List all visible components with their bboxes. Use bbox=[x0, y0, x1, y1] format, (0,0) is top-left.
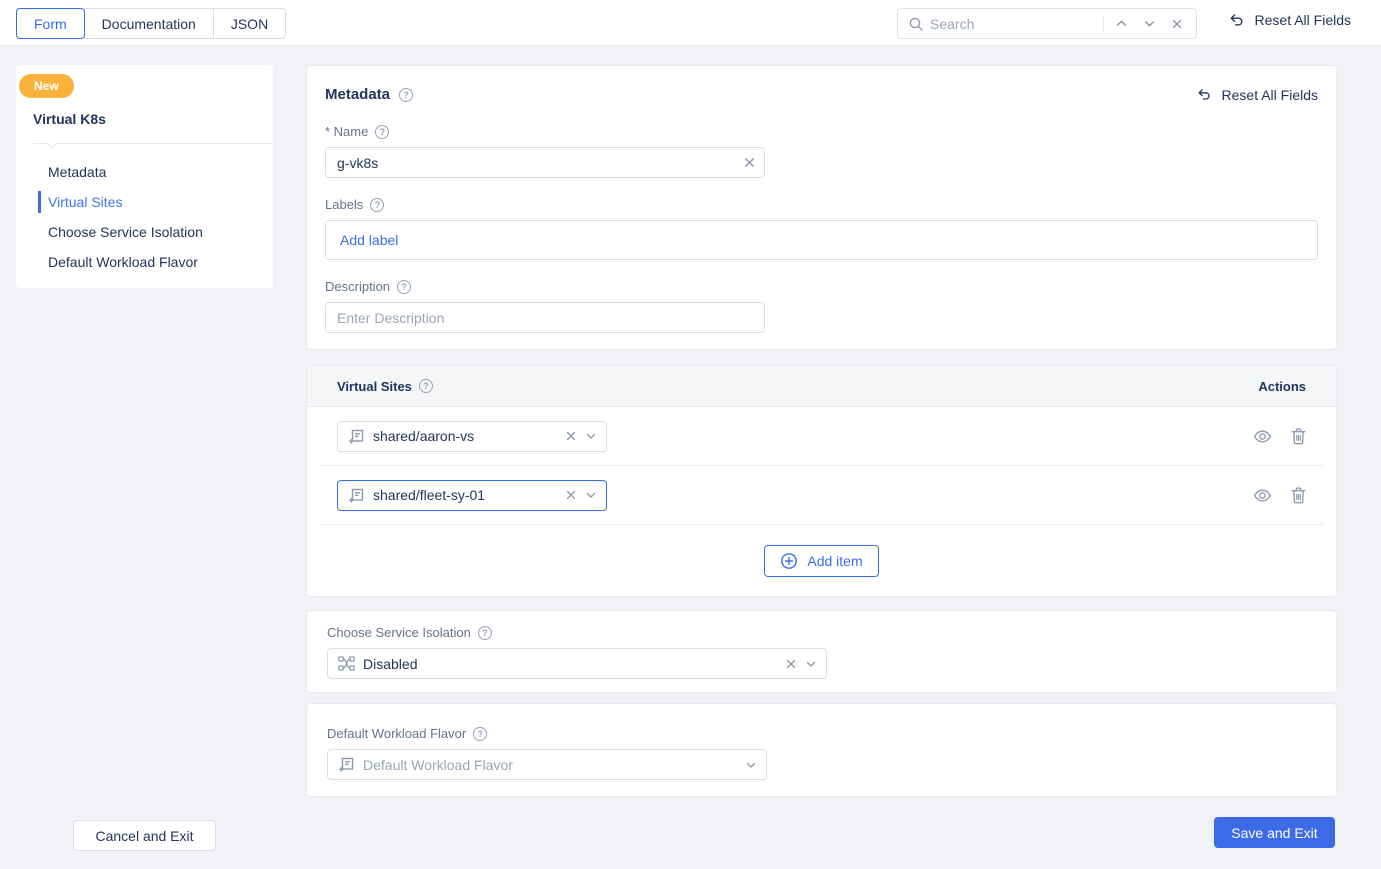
save-and-exit-button[interactable]: Save and Exit bbox=[1214, 817, 1335, 848]
add-item-button[interactable]: Add item bbox=[764, 545, 879, 577]
chevron-up-icon[interactable] bbox=[1110, 13, 1132, 35]
reset-icon bbox=[1195, 87, 1213, 102]
service-isolation-value: Disabled bbox=[363, 655, 418, 672]
view-tab-group: Form Documentation JSON bbox=[16, 8, 287, 39]
collapse-notch-icon bbox=[46, 137, 58, 149]
service-isolation-label-text: Choose Service Isolation bbox=[327, 625, 471, 640]
chevron-down-icon[interactable] bbox=[1138, 13, 1160, 35]
eye-icon[interactable] bbox=[1253, 429, 1272, 444]
metadata-reset-all-fields-button[interactable]: Reset All Fields bbox=[1195, 87, 1318, 103]
name-field-label: * Name bbox=[325, 124, 1318, 139]
reset-all-fields-button[interactable]: Reset All Fields bbox=[1227, 12, 1351, 28]
sidebar-divider bbox=[33, 137, 273, 149]
description-field-label: Description bbox=[325, 279, 1318, 294]
reset-icon bbox=[1227, 12, 1246, 28]
tab-json[interactable]: JSON bbox=[212, 8, 287, 39]
name-input[interactable] bbox=[325, 147, 765, 178]
description-input[interactable] bbox=[325, 302, 765, 333]
help-icon[interactable] bbox=[477, 625, 492, 640]
virtual-site-value: shared/fleet-sy-01 bbox=[373, 487, 486, 503]
clear-selection-icon[interactable] bbox=[565, 430, 577, 442]
virtual-site-select-2[interactable]: shared/fleet-sy-01 bbox=[337, 479, 607, 511]
add-label-button[interactable]: Add label bbox=[340, 232, 398, 248]
actions-column-header: Actions bbox=[1258, 378, 1306, 394]
workload-flavor-select[interactable]: Default Workload Flavor bbox=[327, 749, 767, 780]
reference-icon bbox=[338, 756, 355, 773]
virtual-site-select-1[interactable]: shared/aaron-vs bbox=[337, 420, 607, 452]
workload-flavor-label: Default Workload Flavor bbox=[327, 726, 1316, 741]
search-icon bbox=[908, 13, 924, 35]
trash-icon[interactable] bbox=[1291, 427, 1306, 445]
metadata-section: Metadata Reset All Fields * Name Labels … bbox=[306, 65, 1337, 350]
sidebar-title: Virtual K8s bbox=[33, 111, 106, 127]
labels-field-label: Labels bbox=[325, 197, 1318, 212]
close-icon[interactable] bbox=[1166, 13, 1188, 35]
clear-selection-icon[interactable] bbox=[785, 658, 797, 670]
virtual-sites-header: Virtual Sites Actions bbox=[307, 366, 1336, 407]
chevron-down-icon[interactable] bbox=[585, 489, 597, 501]
chevron-down-icon[interactable] bbox=[805, 658, 817, 670]
virtual-site-row: shared/aaron-vs bbox=[319, 407, 1324, 466]
virtual-sites-header-title: Virtual Sites bbox=[337, 379, 433, 394]
chevron-down-icon[interactable] bbox=[745, 759, 757, 771]
sidebar-item-metadata[interactable]: Metadata bbox=[16, 157, 273, 187]
clear-selection-icon[interactable] bbox=[565, 489, 577, 501]
service-isolation-icon bbox=[338, 656, 355, 671]
workload-flavor-label-text: Default Workload Flavor bbox=[327, 726, 467, 741]
virtual-sites-section: Virtual Sites Actions shared/aaron-vs bbox=[306, 365, 1337, 597]
row-actions bbox=[1253, 486, 1306, 504]
search-box[interactable] bbox=[897, 8, 1197, 39]
status-badge: New bbox=[19, 74, 74, 98]
add-item-label: Add item bbox=[807, 553, 863, 569]
reference-icon bbox=[348, 487, 365, 504]
metadata-reset-label: Reset All Fields bbox=[1221, 86, 1318, 103]
top-bar: Form Documentation JSON Reset All Fields bbox=[0, 0, 1381, 46]
metadata-title-text: Metadata bbox=[325, 86, 391, 103]
metadata-section-title: Metadata bbox=[325, 86, 414, 103]
tab-documentation[interactable]: Documentation bbox=[83, 8, 214, 39]
help-icon[interactable] bbox=[473, 726, 488, 741]
description-field bbox=[325, 302, 765, 333]
name-field bbox=[325, 147, 765, 178]
trash-icon[interactable] bbox=[1291, 486, 1306, 504]
eye-icon[interactable] bbox=[1253, 488, 1272, 503]
sidebar-item-default-workload-flavor[interactable]: Default Workload Flavor bbox=[16, 247, 273, 277]
reset-all-fields-label: Reset All Fields bbox=[1254, 12, 1351, 28]
help-icon[interactable] bbox=[370, 197, 385, 212]
virtual-site-value: shared/aaron-vs bbox=[373, 428, 475, 444]
sidebar-item-choose-service-isolation[interactable]: Choose Service Isolation bbox=[16, 217, 273, 247]
chevron-down-icon[interactable] bbox=[585, 430, 597, 442]
tab-form[interactable]: Form bbox=[16, 8, 85, 39]
description-label-text: Description bbox=[325, 279, 391, 294]
row-actions bbox=[1253, 427, 1306, 445]
clear-name-icon[interactable] bbox=[743, 156, 756, 169]
workload-flavor-placeholder: Default Workload Flavor bbox=[363, 756, 513, 773]
service-isolation-section: Choose Service Isolation Disabled bbox=[306, 610, 1337, 693]
add-circle-icon bbox=[780, 552, 798, 570]
form-sidebar: New Virtual K8s Metadata Virtual Sites C… bbox=[16, 65, 273, 288]
virtual-site-row: shared/fleet-sy-01 bbox=[319, 466, 1324, 525]
service-isolation-label: Choose Service Isolation bbox=[327, 625, 1316, 640]
name-label-text: * Name bbox=[325, 124, 369, 139]
help-icon[interactable] bbox=[375, 124, 390, 139]
sidebar-item-virtual-sites[interactable]: Virtual Sites bbox=[16, 187, 273, 217]
virtual-sites-title-text: Virtual Sites bbox=[337, 378, 412, 394]
labels-label-text: Labels bbox=[325, 197, 364, 212]
help-icon[interactable] bbox=[418, 379, 433, 393]
help-icon[interactable] bbox=[397, 279, 412, 294]
labels-field: Add label bbox=[325, 220, 1318, 260]
workload-flavor-section: Default Workload Flavor Default Workload… bbox=[306, 703, 1337, 797]
add-item-area: Add item bbox=[307, 525, 1336, 597]
cancel-and-exit-button[interactable]: Cancel and Exit bbox=[73, 820, 216, 851]
search-input[interactable] bbox=[930, 15, 1097, 32]
service-isolation-select[interactable]: Disabled bbox=[327, 648, 827, 679]
search-divider bbox=[1103, 15, 1104, 32]
reference-icon bbox=[348, 428, 365, 445]
help-icon[interactable] bbox=[399, 87, 414, 102]
